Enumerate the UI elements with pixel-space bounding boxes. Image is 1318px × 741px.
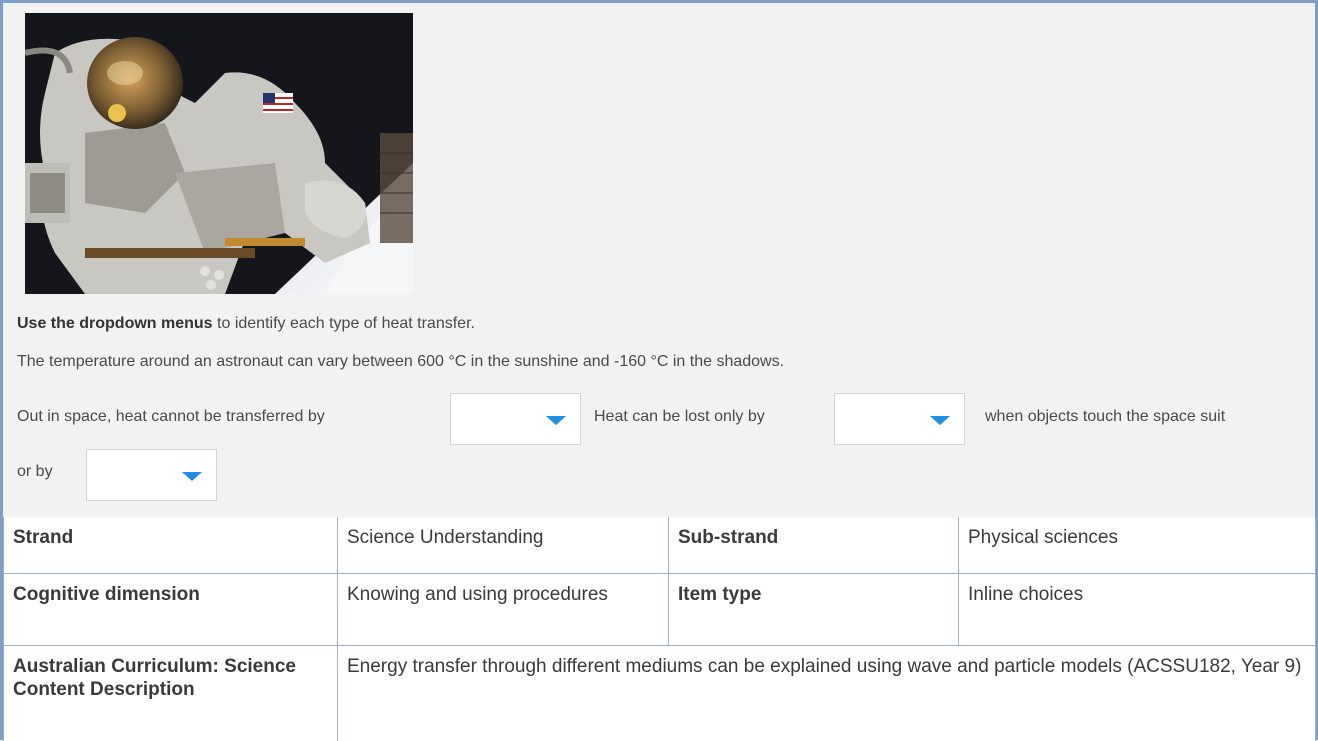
cognitive-dimension-label: Cognitive dimension bbox=[4, 574, 338, 646]
cognitive-dimension-value: Knowing and using procedures bbox=[338, 574, 669, 646]
sentence-part-2: Heat can be lost only by bbox=[594, 408, 765, 426]
sub-strand-label: Sub-strand bbox=[669, 517, 959, 574]
chevron-down-icon bbox=[182, 472, 202, 481]
chevron-down-icon bbox=[930, 416, 950, 425]
curriculum-label: Australian Curriculum: Science Content D… bbox=[4, 646, 338, 741]
question-panel: Use the dropdown menus to identify each … bbox=[3, 3, 1315, 517]
heat-transfer-dropdown-3[interactable] bbox=[86, 449, 217, 501]
heat-transfer-dropdown-1[interactable] bbox=[450, 393, 581, 445]
sentence-part-1: Out in space, heat cannot be transferred… bbox=[17, 408, 325, 426]
table-row: Australian Curriculum: Science Content D… bbox=[4, 646, 1316, 741]
chevron-down-icon bbox=[546, 416, 566, 425]
sentence-part-3: when objects touch the space suit bbox=[985, 408, 1225, 426]
curriculum-value: Energy transfer through different medium… bbox=[338, 646, 1316, 741]
astronaut-photo bbox=[25, 13, 413, 294]
instruction-emphasis: Use the dropdown menus bbox=[17, 315, 213, 332]
context-text: The temperature around an astronaut can … bbox=[17, 353, 784, 371]
heat-transfer-dropdown-2[interactable] bbox=[834, 393, 965, 445]
table-row: Cognitive dimension Knowing and using pr… bbox=[4, 574, 1316, 646]
instruction-rest: to identify each type of heat transfer. bbox=[213, 315, 475, 332]
instruction-text: Use the dropdown menus to identify each … bbox=[17, 315, 475, 333]
item-type-label: Item type bbox=[669, 574, 959, 646]
sentence-part-4: or by bbox=[17, 463, 53, 481]
sub-strand-value: Physical sciences bbox=[959, 517, 1316, 574]
item-type-value: Inline choices bbox=[959, 574, 1316, 646]
table-row: Strand Science Understanding Sub-strand … bbox=[4, 517, 1316, 574]
item-metadata-table: Strand Science Understanding Sub-strand … bbox=[3, 517, 1316, 741]
strand-value: Science Understanding bbox=[338, 517, 669, 574]
strand-label: Strand bbox=[4, 517, 338, 574]
